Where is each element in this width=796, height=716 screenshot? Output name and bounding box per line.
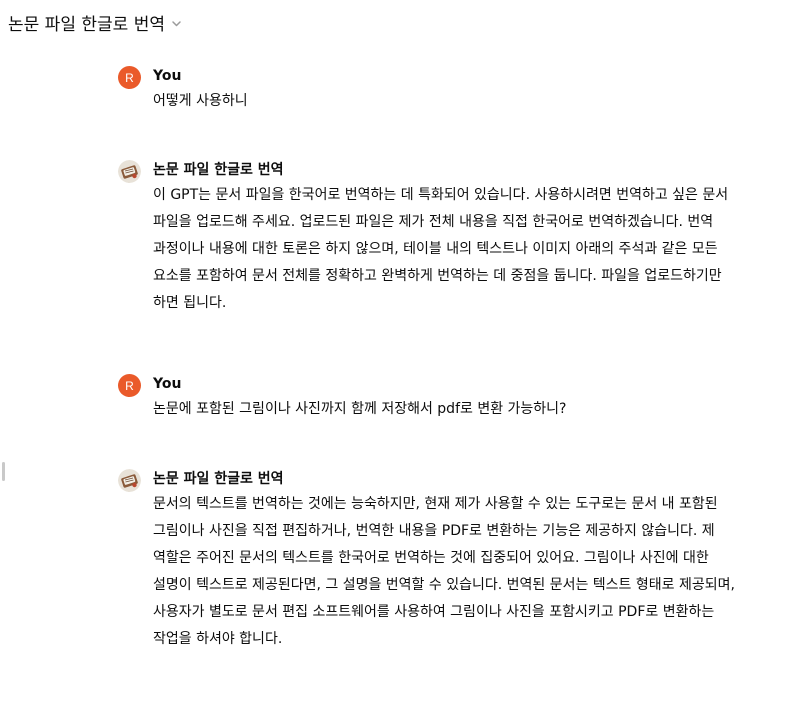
chevron-down-icon bbox=[171, 18, 182, 29]
sidebar-resize-handle[interactable] bbox=[2, 462, 5, 481]
message-text: 문서의 텍스트를 번역하는 것에는 능숙하지만, 현재 제가 사용할 수 있는 … bbox=[153, 496, 735, 647]
chat-title: 논문 파일 한글로 번역 bbox=[8, 14, 165, 35]
gpt-avatar-icon bbox=[118, 160, 141, 183]
chat-title-dropdown[interactable]: 논문 파일 한글로 번역 bbox=[8, 8, 182, 36]
user-message: R You 어떻게 사용하니 bbox=[118, 66, 748, 115]
message-text: 논문에 포함된 그림이나 사진까지 함께 저장해서 pdf로 변환 가능하니? bbox=[153, 401, 567, 417]
message-text: 이 GPT는 문서 파일을 한국어로 번역하는 데 특화되어 있습니다. 사용하… bbox=[153, 187, 729, 311]
gpt-avatar-icon bbox=[118, 469, 141, 492]
user-avatar: R bbox=[118, 374, 141, 397]
assistant-message: 논문 파일 한글로 번역 이 GPT는 문서 파일을 한국어로 번역하는 데 특… bbox=[118, 160, 748, 317]
message-author: You bbox=[153, 376, 182, 392]
user-avatar: R bbox=[118, 66, 141, 89]
message-text: 어떻게 사용하니 bbox=[153, 93, 248, 109]
message-author: 논문 파일 한글로 번역 bbox=[153, 471, 284, 487]
message-author: You bbox=[153, 68, 182, 84]
message-author: 논문 파일 한글로 번역 bbox=[153, 162, 284, 178]
user-message: R You 논문에 포함된 그림이나 사진까지 함께 저장해서 pdf로 변환 … bbox=[118, 374, 748, 423]
assistant-message: 논문 파일 한글로 번역 문서의 텍스트를 번역하는 것에는 능숙하지만, 현재… bbox=[118, 469, 748, 653]
